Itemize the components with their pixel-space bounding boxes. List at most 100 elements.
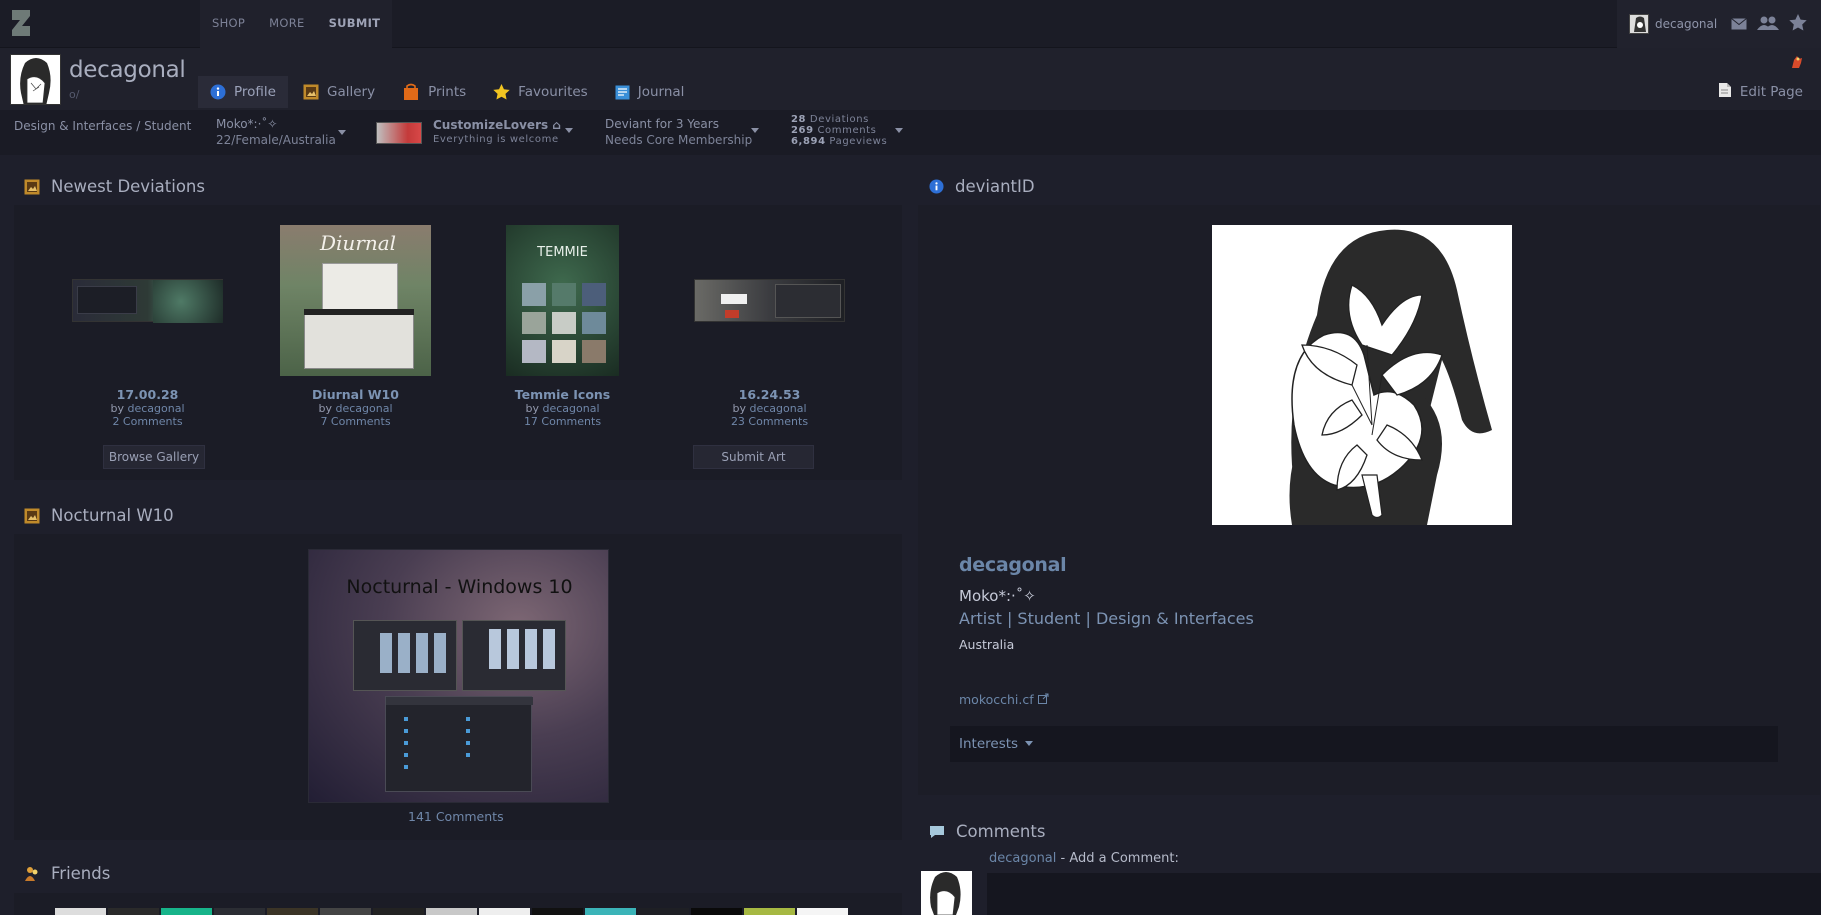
deviantid-location: Australia [959,637,1015,652]
profile-tabs: Profile Gallery Prints Favourites Journa… [198,76,699,108]
nav-more[interactable]: MORE [257,0,316,48]
user-name[interactable]: decagonal [1655,17,1717,31]
chevron-down-icon [1025,741,1034,746]
deviant-caret-icon[interactable] [751,128,759,133]
group-info[interactable]: CustomizeLovers ⌂ Everything is welcome [433,117,561,145]
stat-comments: 269 Comments [791,125,877,136]
deviation-comments[interactable]: 23 Comments [694,415,845,428]
tab-prints[interactable]: Prints [390,76,478,108]
friend-avatar[interactable] [638,908,689,915]
gallery-icon [303,84,319,100]
deviation-thumbnail-4[interactable] [694,279,845,322]
newest-deviations-panel [14,205,902,480]
deviation-title[interactable]: Temmie Icons [487,387,638,402]
deviation-thumbnail-2[interactable]: Diurnal [280,225,431,376]
featured-comments[interactable]: 141 Comments [408,809,504,824]
deviantart-logo-icon[interactable] [8,8,34,38]
friend-avatar[interactable] [108,908,159,915]
browse-gallery-button[interactable]: Browse Gallery [103,445,205,469]
deviantid-website-link[interactable]: mokocchi.cf [959,692,1049,707]
friend-avatar[interactable] [744,908,795,915]
stats-caret-icon[interactable] [895,128,903,133]
comment-prompt: - Add a Comment: [1056,851,1179,866]
tab-gallery[interactable]: Gallery [291,76,387,108]
deviation-card-2: Diurnal W10 by decagonal 7 Comments [280,387,431,428]
deviation-comments[interactable]: 2 Comments [72,415,223,428]
deviation-card-1: 17.00.28 by decagonal 2 Comments [72,387,223,428]
profile-header: decagonal o/ Profile Gallery Prints Favo… [0,48,1821,110]
deviation-author[interactable]: decagonal [542,402,599,415]
llama-badge-icon[interactable] [1789,54,1805,74]
stat-pageviews: 6,894 Pageviews [791,136,888,147]
tab-profile-label: Profile [234,84,276,100]
deviation-thumbnail-3[interactable]: TEMMIE [506,225,619,376]
deviation-comments[interactable]: 17 Comments [487,415,638,428]
comments-title: Comments [929,822,1045,841]
deviation-title[interactable]: 16.24.53 [694,387,845,402]
deviant-info[interactable]: Deviant for 3 Years Needs Core Membershi… [605,116,752,148]
friend-avatar[interactable] [267,908,318,915]
house-icon: ⌂ [552,118,561,132]
prints-icon [402,83,420,101]
deviation-card-3: Temmie Icons by decagonal 17 Comments [487,387,638,428]
deviation-thumbnail-1[interactable] [72,279,223,323]
friend-avatar[interactable] [55,908,106,915]
featured-title: Nocturnal W10 [24,506,174,525]
tab-favourites-label: Favourites [518,84,588,100]
journal-icon [615,85,630,100]
deviantid-name[interactable]: decagonal [959,554,1067,576]
deviation-author[interactable]: decagonal [127,402,184,415]
friend-avatar[interactable] [691,908,742,915]
mail-icon[interactable] [1731,15,1748,34]
submit-art-button[interactable]: Submit Art [693,445,814,469]
tab-journal-label: Journal [637,84,685,100]
deviation-author[interactable]: decagonal [749,402,806,415]
user-avatar[interactable] [1629,14,1649,34]
featured-deviation-image[interactable]: Nocturnal - Windows 10 [308,549,609,803]
deviation-title[interactable]: 17.00.28 [72,387,223,402]
comment-user-avatar[interactable] [921,871,972,915]
by-label: by [525,402,539,415]
external-link-icon [1037,692,1049,707]
friend-avatar[interactable] [426,908,477,915]
friends-icon[interactable] [1757,15,1780,34]
friend-avatar[interactable] [479,908,530,915]
edit-page-icon [1718,82,1732,102]
comment-username[interactable]: decagonal [989,851,1056,866]
friend-avatar[interactable] [532,908,583,915]
gallery-icon [24,179,40,195]
group-caret-icon[interactable] [565,128,573,133]
nav-shop[interactable]: SHOP [200,0,257,48]
category-info[interactable]: Design & Interfaces / Student [14,118,191,134]
speech-bubble-icon [929,825,945,839]
personal-info[interactable]: Moko*:·˚✧ 22/Female/Australia [216,116,336,148]
comment-input[interactable] [987,873,1821,915]
edit-page-button[interactable]: Edit Page [1718,82,1803,102]
deviantid-image[interactable] [1212,225,1512,525]
deviation-author[interactable]: decagonal [335,402,392,415]
friend-avatar[interactable] [214,908,265,915]
friend-avatar[interactable] [373,908,424,915]
profile-name[interactable]: decagonal [69,57,186,83]
deviation-title[interactable]: Diurnal W10 [280,387,431,402]
friend-avatar[interactable] [797,908,848,915]
nav-submit[interactable]: SUBMIT [317,0,393,48]
group-thumbnail[interactable] [376,122,422,144]
friend-avatar[interactable] [585,908,636,915]
profile-avatar[interactable] [10,54,61,105]
friend-avatar[interactable] [161,908,212,915]
tab-favourites[interactable]: Favourites [481,76,600,108]
deviantid-role: Artist | Student | Design & Interfaces [959,609,1254,628]
deviantid-moko: Moko*:·˚✧ [959,587,1036,605]
favourites-star-icon [493,84,510,100]
tab-profile[interactable]: Profile [198,76,288,108]
stats-info[interactable]: 28 Deviations 269 Comments 6,894 Pagevie… [791,114,887,147]
top-nav: SHOP MORE SUBMIT [200,0,393,48]
tab-journal[interactable]: Journal [603,76,697,108]
friend-avatar[interactable] [320,908,371,915]
interests-toggle[interactable]: Interests [950,726,1778,762]
featured-image-text: Nocturnal - Windows 10 [346,576,573,598]
deviation-comments[interactable]: 7 Comments [280,415,431,428]
star-icon[interactable] [1789,13,1807,35]
personal-info-caret-icon[interactable] [338,130,346,135]
